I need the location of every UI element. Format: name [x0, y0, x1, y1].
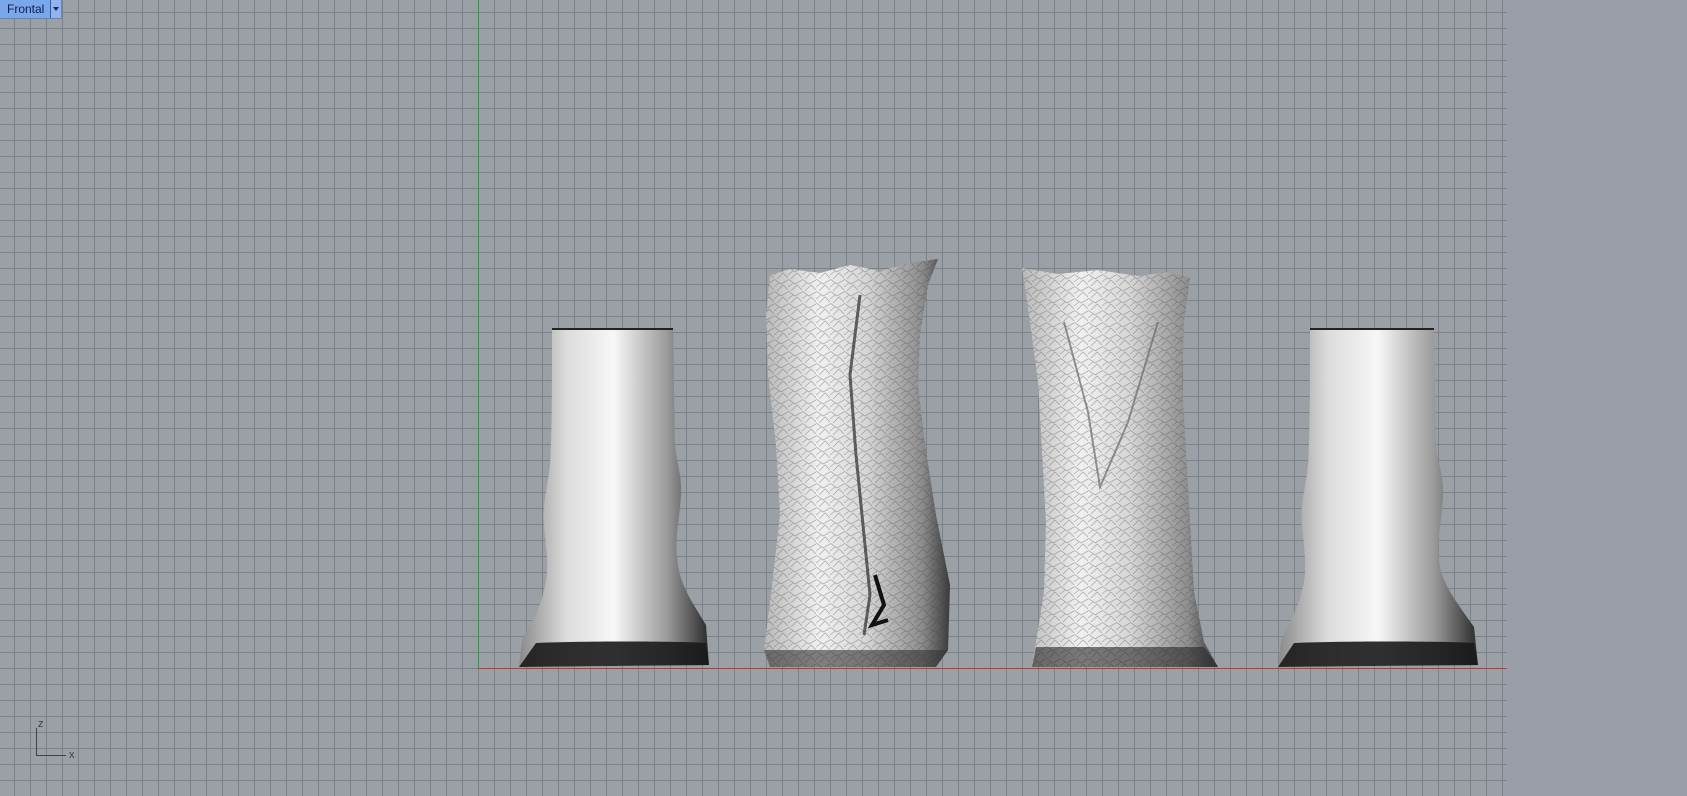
rough-scan-vase-left[interactable] [760, 255, 960, 670]
viewport-title-tab[interactable]: Frontal [0, 0, 63, 19]
gizmo-z-label: z [38, 718, 44, 730]
smooth-vase-right[interactable] [1276, 325, 1482, 670]
chevron-down-icon[interactable] [50, 0, 62, 18]
world-y-axis-line [478, 0, 479, 668]
rough-scan-vase-right[interactable] [1018, 262, 1223, 670]
axes-gizmo: z x [34, 718, 84, 762]
frontal-viewport[interactable]: Frontal z x [0, 0, 1507, 796]
gizmo-z-axis [36, 728, 37, 756]
smooth-vase-left[interactable] [516, 325, 712, 670]
right-panel-background [1507, 0, 1687, 796]
viewport-name-label[interactable]: Frontal [0, 0, 50, 18]
gizmo-x-axis [36, 755, 66, 756]
gizmo-x-label: x [69, 749, 75, 761]
